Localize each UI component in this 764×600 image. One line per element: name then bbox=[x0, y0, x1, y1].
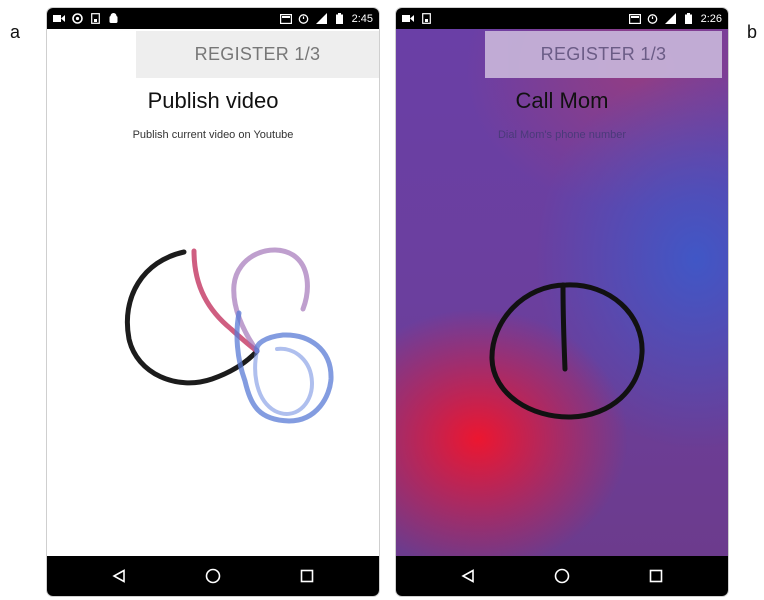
battery-icon bbox=[683, 13, 695, 24]
sd-card-icon bbox=[89, 13, 101, 24]
status-time: 2:26 bbox=[700, 12, 722, 25]
status-bar: 2:26 bbox=[396, 8, 728, 29]
gesture-stroke-blue-1 bbox=[234, 310, 334, 424]
screen: REGISTER 1/3 Publish video Publish curre… bbox=[47, 29, 379, 564]
panel-label-a: a bbox=[10, 22, 21, 42]
panel-label-b: b bbox=[747, 22, 758, 42]
alarm-icon bbox=[647, 13, 659, 24]
home-circle-icon[interactable] bbox=[201, 564, 225, 588]
video-icon bbox=[53, 13, 65, 24]
status-bar: 2:45 bbox=[47, 8, 379, 29]
whatsapp-icon bbox=[71, 13, 83, 24]
recents-square-icon[interactable] bbox=[644, 564, 668, 588]
back-triangle-icon[interactable] bbox=[456, 564, 480, 588]
screen: REGISTER 1/3 Call Mom Dial Mom's phone n… bbox=[396, 29, 728, 564]
home-circle-icon[interactable] bbox=[550, 564, 574, 588]
video-icon bbox=[402, 13, 414, 24]
signal-icon bbox=[665, 13, 677, 24]
signal-icon bbox=[316, 13, 328, 24]
nav-bar bbox=[47, 556, 379, 596]
cast-icon bbox=[279, 13, 292, 24]
sd-card-icon bbox=[420, 13, 432, 24]
cast-icon bbox=[628, 13, 641, 24]
gesture-stroke-blue-2 bbox=[253, 346, 315, 416]
gesture-drawing-canvas[interactable] bbox=[396, 29, 728, 564]
battery-icon bbox=[334, 13, 346, 24]
recents-square-icon[interactable] bbox=[295, 564, 319, 588]
gesture-drawing-canvas[interactable] bbox=[47, 29, 379, 564]
gesture-stroke-circle bbox=[489, 282, 645, 420]
back-triangle-icon[interactable] bbox=[107, 564, 131, 588]
android-icon bbox=[107, 13, 119, 24]
alarm-icon bbox=[298, 13, 310, 24]
gesture-stroke-line bbox=[560, 282, 568, 372]
nav-bar bbox=[396, 556, 728, 596]
phone-a: 2:45 REGISTER 1/3 Publish video Publish … bbox=[47, 8, 379, 596]
phone-b: 2:26 REGISTER 1/3 Call Mom Dial Mom's ph… bbox=[396, 8, 728, 596]
status-time: 2:45 bbox=[351, 12, 373, 25]
